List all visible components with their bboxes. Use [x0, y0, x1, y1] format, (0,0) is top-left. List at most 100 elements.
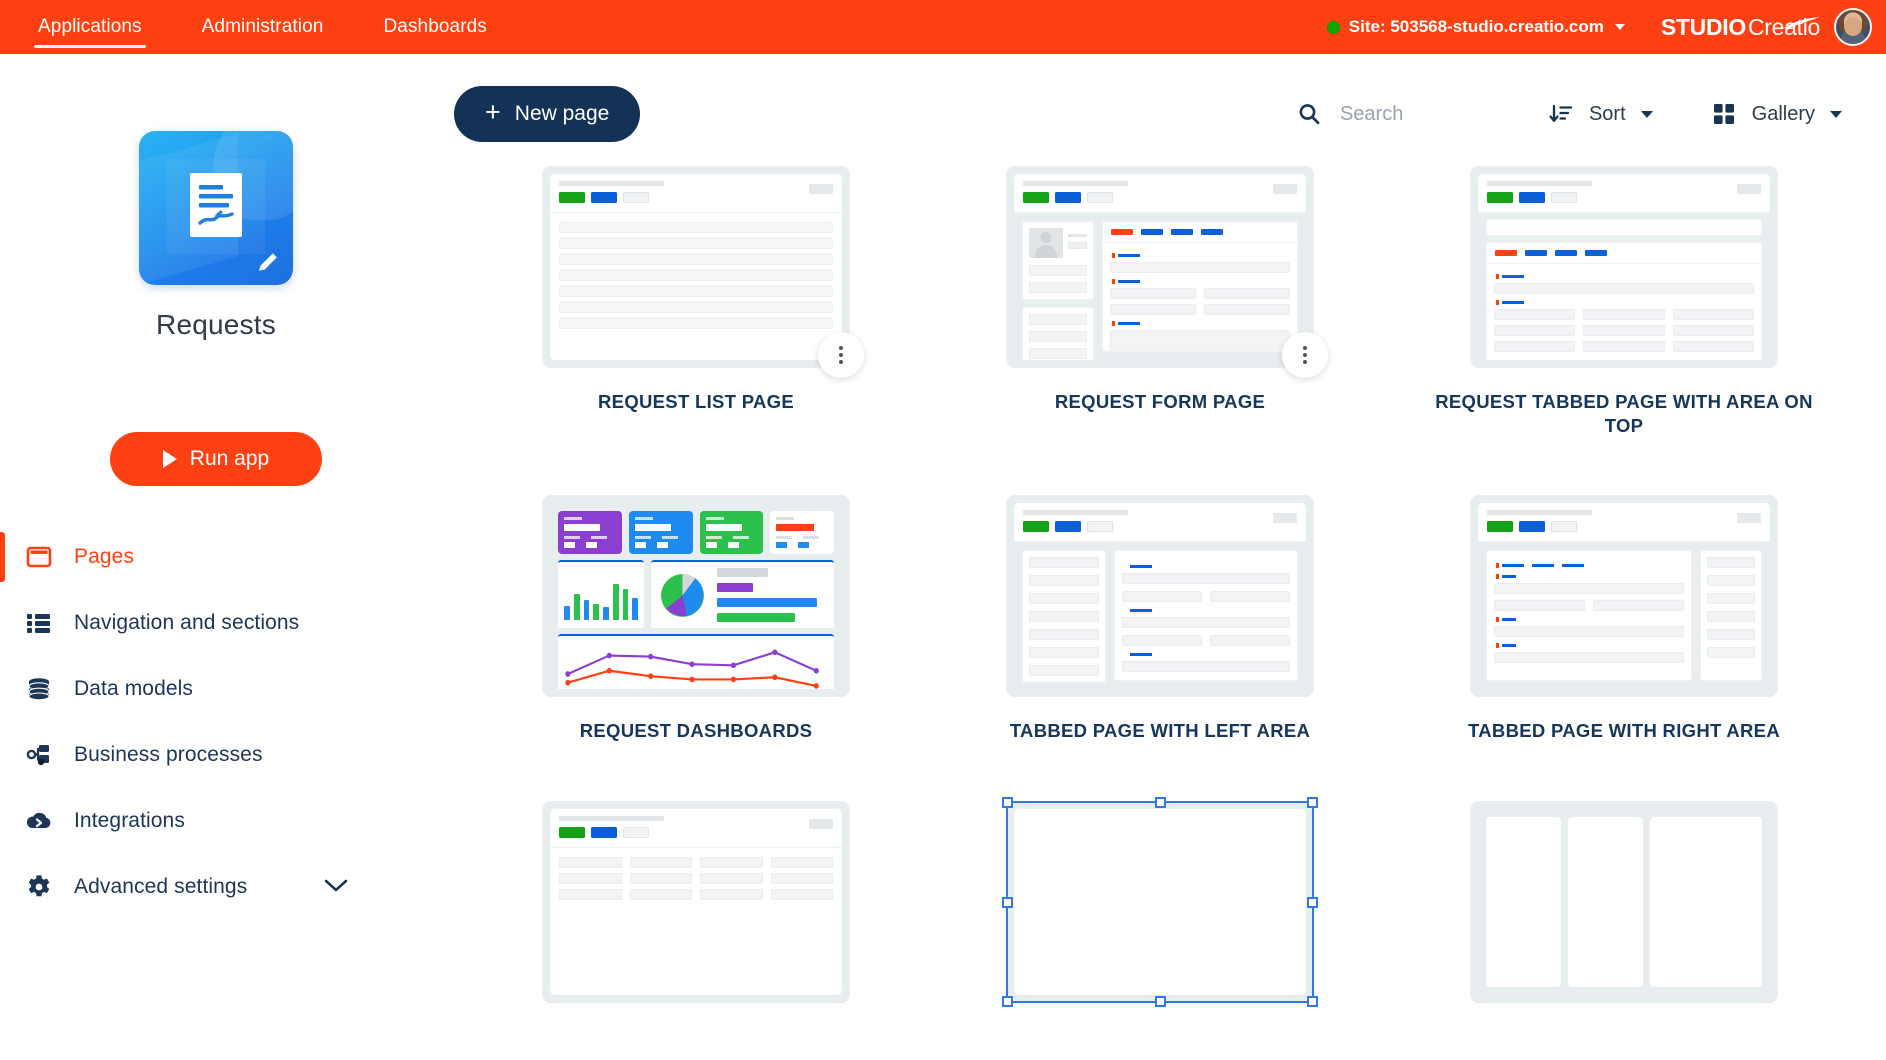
user-avatar[interactable] [1834, 8, 1872, 46]
list-icon [22, 606, 56, 640]
pie-chart [660, 573, 705, 618]
chevron-down-icon [1641, 111, 1653, 118]
top-nav-tabs: Applications Administration Dashboards [34, 0, 543, 54]
tab-applications-label: Applications [38, 16, 142, 38]
metric-tile-white [770, 511, 834, 554]
card-more-menu-button[interactable] [818, 332, 864, 378]
grid-view-icon [1709, 99, 1739, 129]
card-title: TABBED PAGE WITH LEFT AREA [928, 719, 1392, 743]
mini-header [1478, 174, 1770, 213]
gallery-toolbar: + New page [432, 46, 1886, 166]
sidebar-item-advanced-settings[interactable]: Advanced settings [0, 854, 432, 920]
mini-header [1478, 503, 1770, 542]
resize-handle-bottom-left[interactable] [1002, 996, 1013, 1007]
view-mode-label: Gallery [1752, 103, 1815, 126]
top-bar-right-group: Site: 503568-studio.creatio.com STUDIO C… [1327, 0, 1886, 54]
new-page-button[interactable]: + New page [454, 86, 640, 142]
sidebar-item-pages[interactable]: Pages [0, 524, 432, 590]
sidebar-item-navigation-and-sections-label: Navigation and sections [74, 611, 299, 635]
horizontal-bar-chart [717, 568, 825, 622]
mini-header [1014, 174, 1306, 213]
app-title: Requests [0, 309, 432, 341]
resize-handle-top-right[interactable] [1307, 797, 1318, 808]
brand-swoosh-icon [1782, 16, 1822, 30]
sidebar-item-integrations[interactable]: Integrations [0, 788, 432, 854]
bar-chart [558, 560, 644, 628]
pages-grid: REQUEST LIST PAGE [432, 166, 1886, 1025]
sidebar-item-business-processes[interactable]: Business processes [0, 722, 432, 788]
thumbnail-tabbed-left[interactable] [1006, 495, 1314, 697]
app-icon-container[interactable] [139, 131, 293, 285]
sidebar-item-navigation-and-sections[interactable]: Navigation and sections [0, 590, 432, 656]
gallery-card-blank-page-selected[interactable] [928, 801, 1392, 1025]
search-box[interactable] [1294, 86, 1490, 142]
sidebar-item-business-processes-label: Business processes [74, 743, 263, 767]
tab-dashboards[interactable]: Dashboards [379, 0, 490, 54]
dashboard-preview [550, 503, 842, 689]
thumbnail-blank-selected[interactable] [1006, 801, 1314, 1003]
resize-handle-bottom-right[interactable] [1307, 996, 1318, 1007]
pencil-icon [255, 249, 281, 275]
mini-list-body [550, 213, 842, 360]
resize-handle-bottom-center[interactable] [1155, 996, 1166, 1007]
gallery-card-request-form-page[interactable]: REQUEST FORM PAGE [928, 166, 1392, 437]
toolbar-actions: Sort Gallery [1294, 86, 1842, 142]
gallery-card-request-dashboards[interactable]: REQUEST DASHBOARDS [464, 495, 928, 743]
status-online-dot [1327, 21, 1340, 34]
site-selector[interactable]: Site: 503568-studio.creatio.com [1327, 17, 1625, 37]
sidebar-item-data-models-label: Data models [74, 677, 193, 701]
mini-columns-layout [1478, 809, 1770, 995]
process-icon [22, 738, 56, 772]
run-app-button[interactable]: Run app [110, 432, 322, 486]
thumbnail-tabbed-right[interactable] [1470, 495, 1778, 697]
search-input[interactable] [1340, 103, 1490, 126]
tab-administration[interactable]: Administration [198, 0, 328, 54]
metric-tile-purple [558, 511, 622, 554]
metric-tile-green [700, 511, 764, 554]
mini-form-body [1014, 213, 1306, 360]
pie-and-hbar-charts [651, 560, 834, 628]
sidebar-item-integrations-label: Integrations [74, 809, 185, 833]
card-title: TABBED PAGE WITH RIGHT AREA [1392, 719, 1856, 743]
chevron-down-icon [1830, 111, 1842, 118]
thumbnail-grid-fields[interactable] [542, 801, 850, 1003]
gallery-card-tabbed-page-with-left-area[interactable]: TABBED PAGE WITH LEFT AREA [928, 495, 1392, 743]
gallery-card-tabbed-page-with-right-area[interactable]: TABBED PAGE WITH RIGHT AREA [1392, 495, 1856, 743]
view-mode-dropdown[interactable]: Gallery [1709, 86, 1842, 142]
gear-icon [22, 870, 56, 904]
page-icon [22, 540, 56, 574]
card-more-menu-button[interactable] [1282, 332, 1328, 378]
gallery-card-request-list-page[interactable]: REQUEST LIST PAGE [464, 166, 928, 437]
gallery-card-columns-page[interactable] [1392, 801, 1856, 1025]
card-title: REQUEST FORM PAGE [928, 390, 1392, 414]
database-icon [22, 672, 56, 706]
sort-descending-icon [1546, 99, 1576, 129]
thumbnail-list-page[interactable] [542, 166, 850, 368]
document-glyph [188, 171, 244, 239]
resize-handle-middle-left[interactable] [1002, 897, 1013, 908]
thumbnail-columns[interactable] [1470, 801, 1778, 1003]
card-title: REQUEST DASHBOARDS [464, 719, 928, 743]
resize-handle-top-left[interactable] [1002, 797, 1013, 808]
run-app-label: Run app [190, 447, 269, 471]
plus-icon: + [485, 99, 501, 126]
mini-header [550, 809, 842, 848]
sidebar-item-pages-label: Pages [74, 545, 134, 569]
sidebar-menu: Pages Navigation and sections [0, 524, 432, 920]
thumbnail-form-page[interactable] [1006, 166, 1314, 368]
gallery-card-request-tabbed-page-with-area-on-top[interactable]: REQUEST TABBED PAGE WITH AREA ON TOP [1392, 166, 1856, 437]
thumbnail-tabbed-top[interactable] [1470, 166, 1778, 368]
cloud-arrow-icon [22, 804, 56, 838]
resize-handle-top-center[interactable] [1155, 797, 1166, 808]
thumbnail-dashboards[interactable] [542, 495, 850, 697]
resize-handle-middle-right[interactable] [1307, 897, 1318, 908]
dashboard-metric-tiles [558, 511, 834, 554]
chevron-down-icon[interactable] [324, 875, 348, 899]
sidebar-item-data-models[interactable]: Data models [0, 656, 432, 722]
mini-header [550, 174, 842, 213]
tab-applications[interactable]: Applications [34, 0, 146, 54]
chevron-down-icon [1615, 24, 1625, 30]
gallery-card-grid-fields-page[interactable] [464, 801, 928, 1025]
creatio-logo: STUDIO Creatio [1661, 14, 1820, 41]
sort-dropdown[interactable]: Sort [1546, 86, 1653, 142]
